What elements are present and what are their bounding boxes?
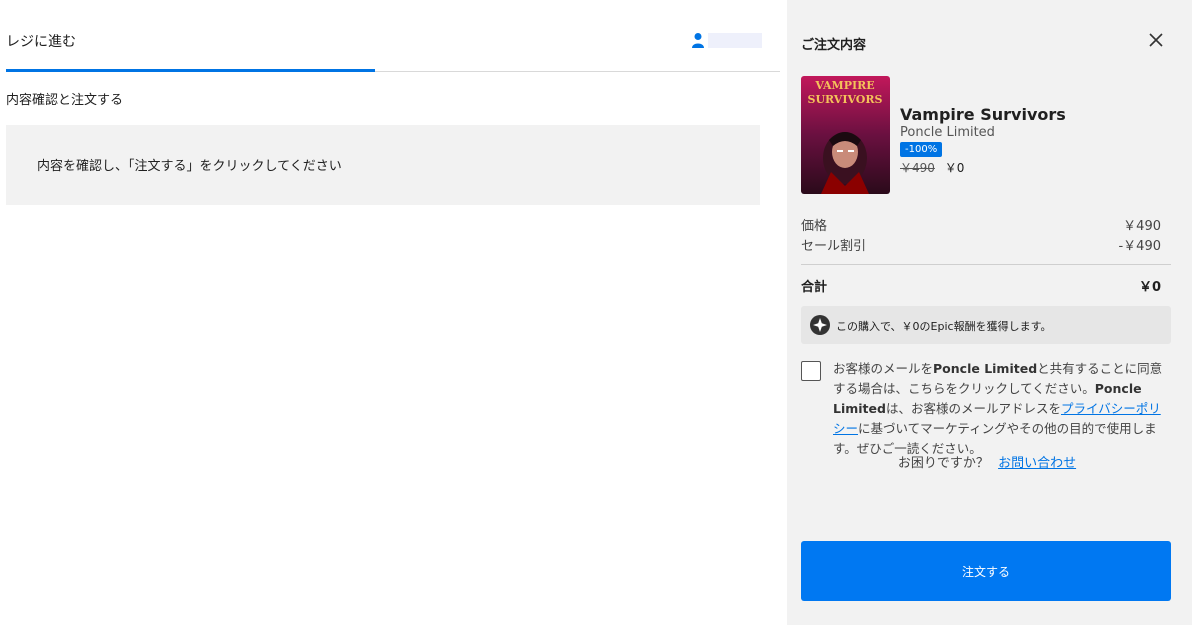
summary-divider [801, 264, 1171, 265]
total-row: 合計 ￥0 [801, 276, 1161, 295]
tab-checkout[interactable]: レジに進む [6, 31, 76, 51]
sale-discount-label: セール割引 [801, 239, 867, 254]
help-text: お困りですか？ [897, 456, 989, 471]
place-order-button[interactable]: 注文する [801, 541, 1171, 601]
user-icon [692, 33, 704, 48]
email-consent-text: お客様のメールをPoncle Limitedと共有することに同意する場合は、こち… [833, 359, 1173, 459]
share-email-checkbox[interactable] [801, 361, 821, 381]
original-price: ￥490 [900, 161, 935, 175]
section-title: 内容確認と注文する [6, 93, 124, 108]
checkout-main-panel: レジに進む 内容確認と注文する 内容を確認し、「注文する」をクリックしてください [0, 0, 787, 625]
cover-title-line1: VAMPIRE [814, 79, 874, 92]
active-tab-indicator [6, 69, 375, 72]
price-label: 価格 [801, 219, 828, 234]
order-summary-panel: ご注文内容 VAMPIRE SURVIVORS Vampire Survivor… [787, 0, 1192, 625]
epic-rewards-icon [810, 315, 830, 335]
consent-publisher-1: Poncle Limited [933, 361, 1038, 376]
user-name-placeholder [708, 32, 762, 48]
help-line: お困りですか？ お問い合わせ [787, 452, 1187, 471]
total-label: 合計 [801, 280, 828, 295]
product-publisher: Poncle Limited [900, 125, 995, 140]
consent-text-4: に基づいてマーケティングやその他の目的で使用します。ぜひご一読ください。 [833, 421, 1157, 456]
epic-rewards-text: この購入で、￥0のEpic報酬を獲得します。 [836, 320, 1052, 333]
close-icon[interactable] [1147, 31, 1165, 49]
sale-discount-row: セール割引 -￥490 [801, 235, 1161, 254]
user-account[interactable] [692, 32, 762, 48]
product-price-line: ￥490 ￥0 [900, 159, 964, 176]
consent-text-3: は、お客様のメールアドレスを [885, 401, 1061, 416]
product-image: VAMPIRE SURVIVORS [801, 76, 890, 194]
current-price: ￥0 [944, 161, 965, 175]
discount-badge: -100% [900, 142, 943, 157]
confirm-message-box: 内容を確認し、「注文する」をクリックしてください [6, 125, 760, 205]
confirm-message: 内容を確認し、「注文する」をクリックしてください [37, 159, 342, 174]
contact-us-link[interactable]: お問い合わせ [998, 456, 1076, 471]
sale-discount-value: -￥490 [1118, 239, 1161, 254]
product-name: Vampire Survivors [900, 105, 1066, 124]
price-value: ￥490 [1123, 219, 1161, 234]
checkout-tabbar: レジに進む [6, 0, 780, 72]
order-summary-title: ご注文内容 [801, 38, 867, 53]
consent-text-1: お客様のメールを [833, 361, 934, 376]
epic-rewards-box: この購入で、￥0のEpic報酬を獲得します。 [801, 306, 1171, 344]
total-value: ￥0 [1138, 280, 1161, 295]
product-cover-art: VAMPIRE SURVIVORS [801, 76, 890, 194]
price-row: 価格 ￥490 [801, 215, 1161, 234]
cover-title-line2: SURVIVORS [808, 93, 883, 106]
